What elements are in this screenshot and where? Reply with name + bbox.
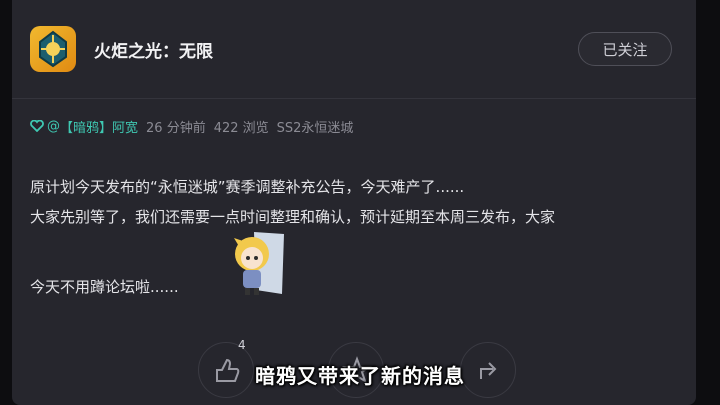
section-tag[interactable]: SS2永恒迷城 [277, 117, 354, 136]
post-meta: @ 【暗鸦】阿宽 26 分钟前 422 浏览 SS2永恒迷城 [30, 116, 353, 136]
heart-icon [30, 120, 44, 132]
follow-button[interactable]: 已关注 [578, 32, 672, 66]
chibi-sticker [226, 228, 288, 298]
view-count: 422 浏览 [213, 120, 269, 136]
post-time: 26 分钟前 [146, 120, 206, 136]
post-header: 火炬之光：无限 已关注 [12, 0, 696, 98]
video-subtitle: 暗鸦又带来了新的消息 [255, 364, 465, 388]
game-logo-icon[interactable] [30, 26, 76, 72]
post-card: 火炬之光：无限 已关注 @ 【暗鸦】阿宽 26 分钟前 422 浏览 SS2永恒… [12, 0, 696, 405]
post-line-2: 大家先别等了，我们还需要一点时间整理和确认，预计延期至本周三发布，大家 [30, 208, 556, 226]
like-count: 4 [238, 338, 246, 352]
mention-symbol: @ [47, 118, 60, 134]
app-name[interactable]: 火炬之光：无限 [94, 37, 213, 62]
post-line-3: 今天不用蹲论坛啦...... [30, 278, 179, 296]
header-divider [12, 98, 696, 99]
author-name[interactable]: 【暗鸦】阿宽 [60, 117, 138, 136]
post-line-1: 原计划今天发布的“永恒迷城”赛季调整补充公告，今天难产了...... [30, 178, 465, 196]
